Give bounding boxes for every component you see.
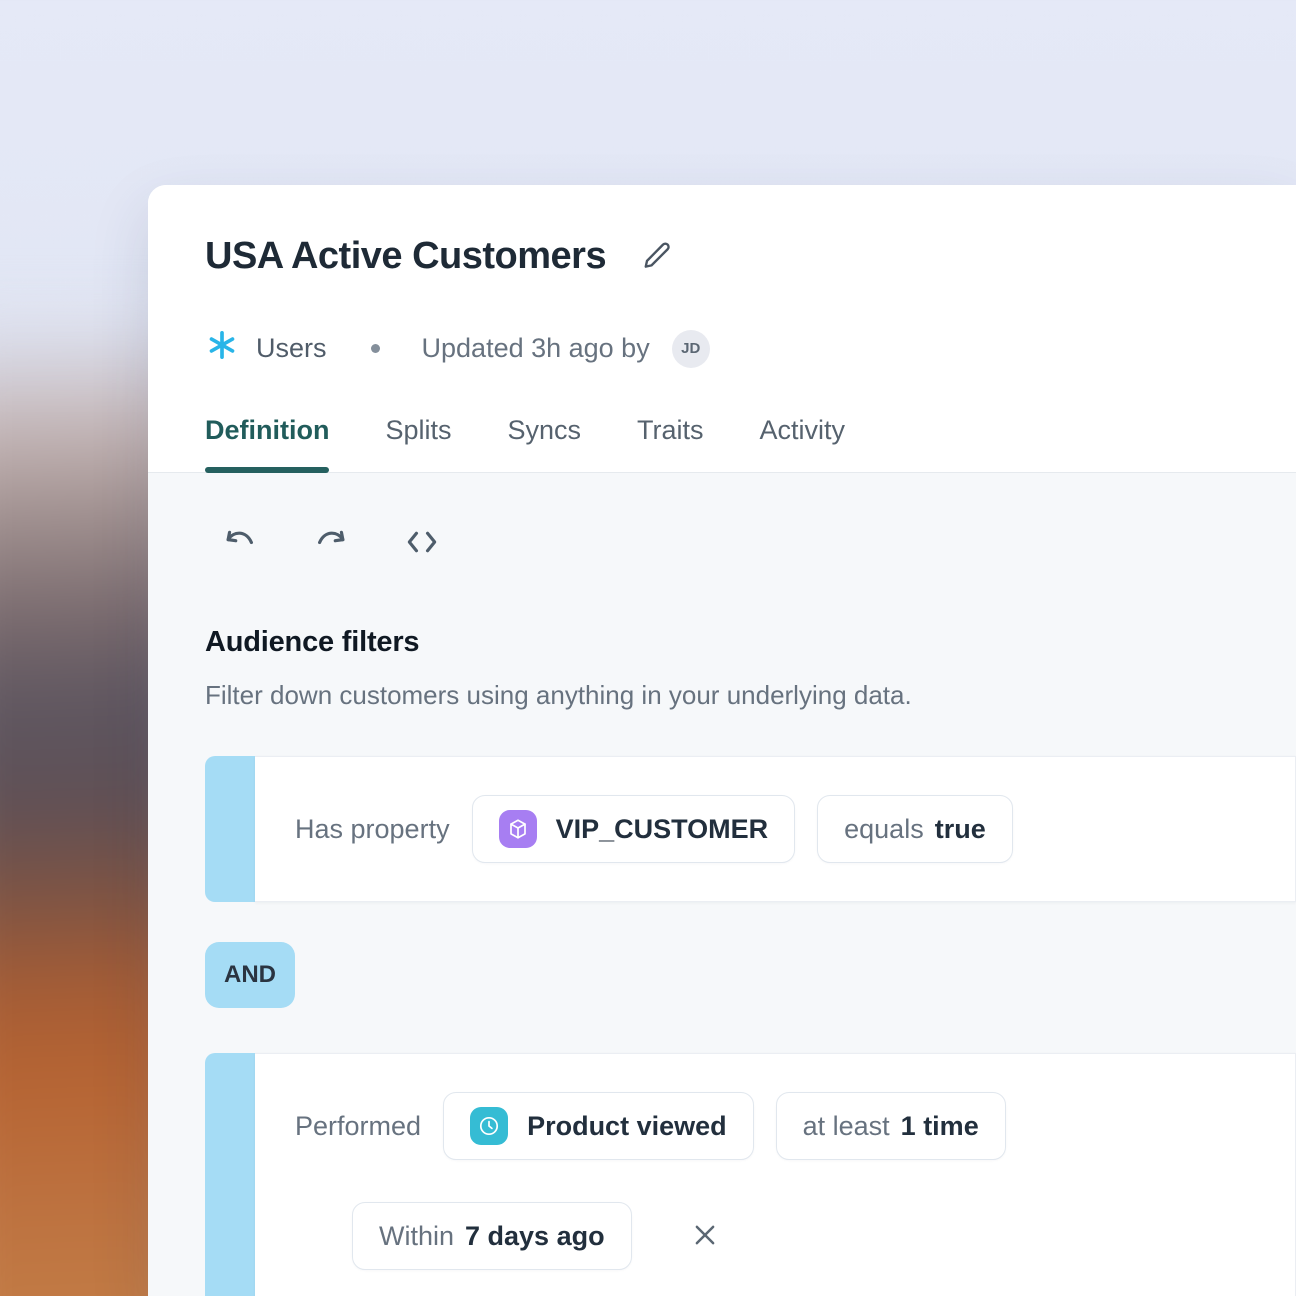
event-chip[interactable]: Product viewed: [443, 1092, 754, 1160]
condition-label: equals: [844, 814, 924, 845]
condition-value: 1 time: [901, 1111, 979, 1142]
event-name: Product viewed: [527, 1111, 727, 1142]
audience-detail-card: USA Active Customers Users: [148, 185, 1296, 1296]
filter-card-event: Performed Product viewed at least 1 time: [205, 1053, 1296, 1296]
dot-separator: [371, 344, 380, 353]
filter-window-row: Within 7 days ago: [352, 1202, 1295, 1270]
undo-icon: [221, 523, 259, 564]
tab-syncs[interactable]: Syncs: [508, 415, 582, 472]
code-icon: [403, 523, 441, 564]
editor-toolbar: [205, 523, 1296, 564]
filter-body: Performed Product viewed at least 1 time: [255, 1053, 1296, 1296]
property-condition-chip[interactable]: equals true: [817, 795, 1013, 863]
avatar[interactable]: JD: [672, 330, 710, 368]
tab-bar: Definition Splits Syncs Traits Activity: [205, 415, 1296, 472]
undo-button[interactable]: [221, 523, 259, 564]
code-view-button[interactable]: [403, 523, 441, 564]
filter-row: Has property VIP_CUSTOMER equals: [295, 795, 1295, 863]
operator-and-badge[interactable]: AND: [205, 942, 295, 1008]
definition-content: Audience filters Filter down customers u…: [148, 473, 1296, 1296]
tab-definition[interactable]: Definition: [205, 415, 329, 472]
section-heading: Audience filters: [205, 626, 1296, 659]
redo-button[interactable]: [312, 523, 350, 564]
time-window-chip[interactable]: Within 7 days ago: [352, 1202, 632, 1270]
pencil-icon: [642, 240, 672, 273]
event-condition-chip[interactable]: at least 1 time: [776, 1092, 1006, 1160]
edit-title-button[interactable]: [642, 240, 672, 273]
condition-value: true: [935, 814, 986, 845]
meta-row: Users Updated 3h ago by JD: [205, 328, 1296, 369]
cube-icon: [499, 810, 537, 848]
filter-body: Has property VIP_CUSTOMER equals: [255, 756, 1296, 902]
filter-accent-bar: [205, 756, 255, 902]
filter-kind-label: Has property: [295, 814, 450, 845]
window-value: 7 days ago: [465, 1221, 605, 1252]
window-label: Within: [379, 1221, 454, 1252]
remove-window-button[interactable]: [690, 1220, 720, 1253]
filter-card-property: Has property VIP_CUSTOMER equals: [205, 756, 1296, 902]
condition-label: at least: [803, 1111, 890, 1142]
snowflake-icon: [205, 328, 239, 369]
filter-kind-label: Performed: [295, 1111, 421, 1142]
filter-accent-bar: [205, 1053, 255, 1296]
card-header: USA Active Customers Users: [148, 185, 1296, 472]
clock-icon: [470, 1107, 508, 1145]
property-name: VIP_CUSTOMER: [556, 814, 769, 845]
title-row: USA Active Customers: [205, 235, 1296, 278]
section-subheading: Filter down customers using anything in …: [205, 680, 1296, 711]
close-icon: [690, 1220, 720, 1253]
updated-text: Updated 3h ago by: [422, 333, 650, 364]
page-title: USA Active Customers: [205, 235, 606, 278]
tab-activity[interactable]: Activity: [760, 415, 846, 472]
source-label: Users: [256, 333, 327, 364]
redo-icon: [312, 523, 350, 564]
tab-splits[interactable]: Splits: [385, 415, 451, 472]
filter-row: Performed Product viewed at least 1 time: [295, 1092, 1295, 1160]
property-chip[interactable]: VIP_CUSTOMER: [472, 795, 796, 863]
tab-traits[interactable]: Traits: [637, 415, 704, 472]
